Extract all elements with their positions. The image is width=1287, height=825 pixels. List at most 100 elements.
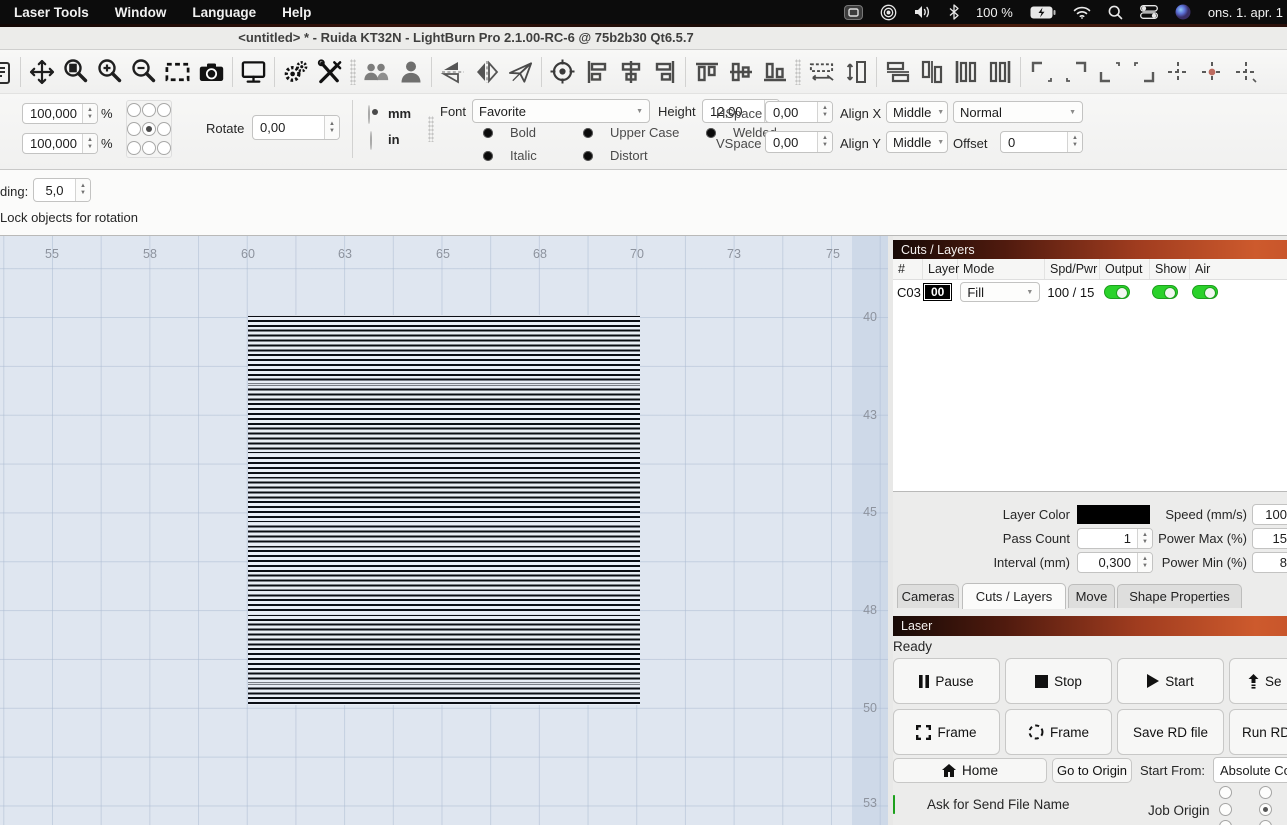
interval-spinner[interactable]: 0,300: [1077, 552, 1153, 573]
screen-record-icon[interactable]: [844, 5, 863, 20]
pause-button[interactable]: Pause: [893, 658, 1000, 704]
run-rd-file-button[interactable]: Run RD: [1229, 709, 1287, 755]
start-button[interactable]: Start: [1117, 658, 1224, 704]
anchor-point-grid[interactable]: [126, 100, 172, 158]
layer-list[interactable]: C03 00 Fill 100 / 15: [893, 280, 1287, 492]
tab-cameras[interactable]: Cameras: [897, 584, 959, 608]
workspace-canvas[interactable]: 55 58 60 63 65 68 70 73 75 40 43 45 48 5…: [0, 236, 888, 825]
stack-h-icon[interactable]: [884, 57, 911, 87]
push-right-icon[interactable]: [986, 57, 1013, 87]
control-center-icon[interactable]: [1140, 5, 1158, 19]
mirror-horizontal-icon[interactable]: [473, 57, 500, 87]
vspace-spinner[interactable]: 0,00: [765, 131, 833, 153]
align-middle-icon[interactable]: [727, 57, 754, 87]
volume-icon[interactable]: [914, 5, 932, 19]
job-origin-radio[interactable]: [1219, 820, 1232, 825]
zoom-out-icon[interactable]: [130, 57, 157, 87]
fill-scan-object[interactable]: [248, 315, 640, 705]
layer-color-swatch[interactable]: [1077, 505, 1150, 524]
menu-clock[interactable]: ons. 1. apr. 1: [1208, 5, 1283, 20]
zoom-in-icon[interactable]: [96, 57, 123, 87]
layer-row[interactable]: C03 00 Fill 100 / 15: [893, 280, 1287, 304]
siri-icon[interactable]: [1175, 4, 1191, 20]
move-corner-bl-icon[interactable]: [1096, 57, 1123, 87]
align-right-icon[interactable]: [651, 57, 678, 87]
layer-color-chip[interactable]: 00: [923, 283, 952, 301]
menu-laser-tools[interactable]: Laser Tools: [14, 5, 89, 20]
align-x-combo[interactable]: Middle: [886, 101, 948, 123]
send-to-laser-icon[interactable]: [507, 57, 534, 87]
laser-header[interactable]: Laser: [893, 616, 1287, 636]
job-origin-radio[interactable]: [1219, 803, 1232, 816]
spotlight-search-icon[interactable]: [1108, 5, 1123, 20]
speed-input[interactable]: 100: [1252, 504, 1287, 525]
window-title-bar[interactable]: <untitled> * - Ruida KT32N - LightBurn P…: [0, 27, 1287, 50]
flip-vertical-icon[interactable]: [439, 57, 466, 87]
text-style-combo[interactable]: Normal: [953, 101, 1083, 123]
layer-output-toggle[interactable]: [1104, 285, 1130, 299]
layer-mode-combo[interactable]: Fill: [960, 282, 1040, 302]
toolbar-drag-handle[interactable]: [795, 59, 801, 85]
layer-air-toggle[interactable]: [1192, 285, 1218, 299]
wifi-icon[interactable]: [1073, 6, 1091, 19]
height-scale-spinner[interactable]: 100,000: [22, 133, 98, 154]
rotate-spinner[interactable]: 0,00: [252, 115, 340, 140]
tab-cuts-layers[interactable]: Cuts / Layers: [962, 583, 1066, 609]
home-button[interactable]: Home: [893, 758, 1047, 783]
distribute-v-icon[interactable]: [842, 57, 869, 87]
font-combo[interactable]: Favorite: [472, 99, 650, 123]
hspace-spinner[interactable]: 0,00: [765, 101, 833, 123]
preview-icon[interactable]: [240, 57, 267, 87]
zoom-to-page-icon[interactable]: [62, 57, 89, 87]
toolbar-drag-handle[interactable]: [350, 59, 356, 85]
push-left-icon[interactable]: [952, 57, 979, 87]
align-bottom-icon[interactable]: [761, 57, 788, 87]
device-settings-icon[interactable]: [316, 57, 343, 87]
unit-mm-radio[interactable]: [368, 105, 370, 124]
pass-count-spinner[interactable]: 1: [1077, 528, 1153, 549]
width-scale-spinner[interactable]: 100,000: [22, 103, 98, 124]
tab-move[interactable]: Move: [1068, 584, 1115, 608]
user-icon[interactable]: [397, 57, 424, 87]
menu-language[interactable]: Language: [192, 5, 256, 20]
move-corner-tr-icon[interactable]: [1062, 57, 1089, 87]
align-center-h-icon[interactable]: [617, 57, 644, 87]
start-from-combo[interactable]: Absolute Co: [1213, 757, 1287, 783]
unit-in-radio[interactable]: [370, 131, 372, 150]
bluetooth-icon[interactable]: [949, 4, 959, 20]
ask-send-file-toggle[interactable]: [893, 795, 895, 814]
cuts-layers-header[interactable]: Cuts / Layers: [893, 240, 1287, 259]
move-corner-tl-icon[interactable]: [1028, 57, 1055, 87]
selection-marquee-icon[interactable]: [164, 57, 191, 87]
pan-icon[interactable]: [28, 57, 55, 87]
distribute-h-icon[interactable]: [808, 57, 835, 87]
power-max-input[interactable]: 15: [1252, 528, 1287, 549]
hotspot-icon[interactable]: [880, 4, 897, 21]
show-origin-icon[interactable]: [549, 57, 576, 87]
save-rd-file-button[interactable]: Save RD file: [1117, 709, 1224, 755]
send-button[interactable]: Se: [1229, 658, 1287, 704]
menu-help[interactable]: Help: [282, 5, 311, 20]
offset-spinner[interactable]: 0: [1000, 131, 1083, 153]
align-top-icon[interactable]: [693, 57, 720, 87]
job-origin-radio[interactable]: [1219, 786, 1232, 799]
tab-shape-properties[interactable]: Shape Properties: [1117, 584, 1242, 608]
frame-rubber-band-button[interactable]: Frame: [1005, 709, 1112, 755]
go-to-origin-button[interactable]: Go to Origin: [1052, 758, 1132, 783]
move-center-h-icon[interactable]: [1164, 57, 1191, 87]
stack-v-icon[interactable]: [918, 57, 945, 87]
align-left-icon[interactable]: [583, 57, 610, 87]
align-y-combo[interactable]: Middle: [886, 131, 948, 153]
menu-window[interactable]: Window: [115, 5, 167, 20]
trace-image-icon[interactable]: [198, 57, 225, 87]
move-center-icon[interactable]: [1198, 57, 1225, 87]
power-min-input[interactable]: 8: [1252, 552, 1287, 573]
stop-button[interactable]: Stop: [1005, 658, 1112, 704]
layer-show-toggle[interactable]: [1152, 285, 1178, 299]
job-origin-radio[interactable]: [1259, 786, 1272, 799]
move-corner-br-icon[interactable]: [1130, 57, 1157, 87]
frame-square-button[interactable]: Frame: [893, 709, 1000, 755]
paste-icon[interactable]: [0, 57, 13, 87]
settings-gears-icon[interactable]: [282, 57, 309, 87]
padding-spinner[interactable]: 5,0: [33, 178, 91, 202]
